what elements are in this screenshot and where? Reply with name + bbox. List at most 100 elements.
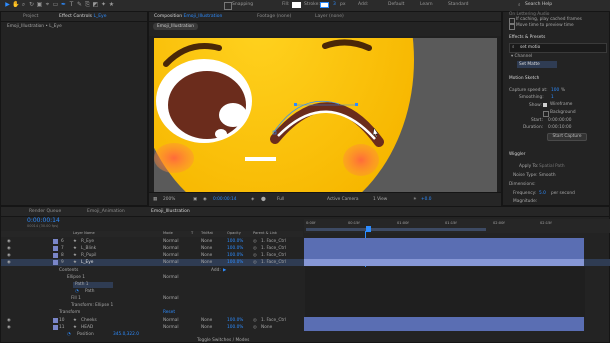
tab-project[interactable]: Project: [23, 13, 38, 20]
work-area-bar[interactable]: [306, 228, 486, 231]
layer-mode[interactable]: Normal: [163, 246, 179, 251]
breadcrumb[interactable]: Emoji_Illustration: [153, 23, 198, 30]
tab-render-queue[interactable]: Render Queue: [29, 208, 61, 215]
viewer[interactable]: [149, 36, 501, 192]
puppet-tool-icon[interactable]: ★: [108, 1, 115, 9]
layer-row-selected[interactable]: ◉ 9 ★ L_Eye Normal None 100.0% ◎ 1. Face…: [1, 259, 610, 266]
stroke-swatch[interactable]: [320, 2, 329, 8]
wireframe-checkbox[interactable]: [543, 103, 547, 107]
camera-tool-icon[interactable]: ▣: [36, 1, 43, 9]
layer-bar-selected[interactable]: [304, 259, 584, 266]
layer-row[interactable]: ◉ 8 ★ R_Pupil Normal None 100.0% ◎ 1. Fa…: [1, 252, 610, 259]
tab-emoji-illustration[interactable]: Emoji_Illustration: [151, 208, 190, 215]
layer-row[interactable]: ◉ 6 ★ R_Eye Normal None 100.0% ◎ 1. Face…: [1, 238, 610, 245]
layer-opacity[interactable]: 100.0%: [227, 325, 243, 330]
fill-group[interactable]: Fill 1: [71, 296, 81, 301]
smoothing-value[interactable]: 1: [551, 95, 554, 100]
viewer-timecode[interactable]: 0:00:00:14: [213, 197, 236, 202]
frequency-value[interactable]: 5.0: [539, 191, 546, 196]
eye-icon[interactable]: ◉: [7, 260, 11, 265]
layer-bar[interactable]: [304, 317, 584, 324]
layer-trkmat[interactable]: None: [201, 246, 212, 251]
search-help[interactable]: Search Help: [525, 2, 552, 7]
label-color[interactable]: [53, 246, 58, 251]
layer-trkmat[interactable]: None: [201, 318, 212, 323]
label-color[interactable]: [53, 318, 58, 323]
stopwatch-icon[interactable]: ◔: [75, 289, 79, 294]
hand-tool-icon[interactable]: ✋: [12, 1, 19, 9]
layer-name[interactable]: HEAD: [81, 325, 93, 330]
layer-mode[interactable]: Normal: [163, 325, 179, 330]
tab-composition[interactable]: Composition Emoji_Illustration: [154, 13, 222, 20]
contents-group[interactable]: Contents: [59, 268, 78, 273]
workspace-standard[interactable]: Standard: [448, 2, 468, 7]
stroke-width[interactable]: 3: [333, 2, 336, 7]
resolution[interactable]: Full: [277, 197, 284, 202]
pickwhip-icon[interactable]: ◎: [253, 325, 257, 330]
rotate-tool-icon[interactable]: ↻: [28, 1, 35, 9]
label-color[interactable]: [53, 239, 58, 244]
layer-trkmat[interactable]: None: [201, 253, 212, 258]
tab-effect-controls[interactable]: Effect Controls L_Eye: [59, 13, 106, 20]
time-ruler[interactable]: 0:00f 00:15f 01:00f 01:15f 02:00f 02:15f: [304, 219, 610, 233]
layer-name[interactable]: R_Eye: [81, 239, 94, 244]
layer-opacity[interactable]: 100.0%: [227, 318, 243, 323]
layer-row[interactable]: ◉ 7 ★ L_Blink Normal None 100.0% ◎ 1. Fa…: [1, 245, 610, 252]
layer-mode[interactable]: Normal: [163, 253, 179, 258]
layer-name[interactable]: L_Blink: [81, 246, 96, 251]
capture-speed-value[interactable]: 100: [551, 88, 559, 93]
path-group[interactable]: Path 1: [73, 282, 113, 288]
layer-bar[interactable]: [304, 245, 584, 252]
start-capture-button[interactable]: Start Capture: [547, 133, 587, 141]
layer-parent[interactable]: 1. Face_Ctrl: [261, 318, 286, 323]
pen-tool-icon[interactable]: ✒: [60, 1, 67, 9]
exposure-icon[interactable]: ☀: [413, 197, 417, 202]
zoom-level[interactable]: 200%: [163, 197, 175, 202]
layer-row[interactable]: ◉ 10 ★ Cheeks Normal None 100.0% ◎ 1. Fa…: [1, 317, 610, 324]
label-color[interactable]: [53, 325, 58, 330]
workspace-learn[interactable]: Learn: [420, 2, 433, 7]
layer-trkmat[interactable]: None: [201, 239, 212, 244]
clone-tool-icon[interactable]: ⎘: [84, 1, 91, 9]
pickwhip-icon[interactable]: ◎: [253, 239, 257, 244]
layer-bar[interactable]: [304, 252, 584, 259]
tab-emoji-animation[interactable]: Emoji_Animation: [87, 208, 125, 215]
reset-link[interactable]: Reset: [163, 310, 175, 315]
selection-tool-icon[interactable]: ▶: [4, 1, 11, 9]
move-time-checkbox[interactable]: [509, 24, 515, 30]
camera-select[interactable]: Active Camera: [327, 197, 359, 202]
layer-parent[interactable]: None: [261, 325, 272, 330]
roto-tool-icon[interactable]: ✦: [100, 1, 107, 9]
ellipse-group[interactable]: Ellipse 1: [67, 275, 85, 280]
layer-name[interactable]: Cheeks: [81, 318, 97, 323]
snapshot-icon[interactable]: ◈: [251, 197, 254, 202]
layer-parent[interactable]: 1. Face_Ctrl: [261, 246, 286, 251]
pickwhip-icon[interactable]: ◎: [253, 246, 257, 251]
fill-mode[interactable]: Normal: [163, 296, 179, 301]
eye-icon[interactable]: ◉: [7, 325, 11, 330]
layer-mode[interactable]: Normal: [163, 260, 179, 265]
anchor-tool-icon[interactable]: ⌖: [44, 1, 51, 9]
zoom-tool-icon[interactable]: ⌕: [20, 1, 27, 9]
layer-opacity[interactable]: 100.0%: [227, 260, 243, 265]
layer-trkmat[interactable]: None: [201, 325, 212, 330]
grid-icon[interactable]: ▦: [153, 197, 157, 202]
add-icon[interactable]: ▶: [223, 268, 226, 273]
stopwatch-icon[interactable]: ◔: [67, 332, 71, 337]
mask-icon[interactable]: ▣: [193, 197, 197, 202]
view-layout[interactable]: 1 View: [373, 197, 387, 202]
background-checkbox[interactable]: [543, 111, 549, 117]
playhead-handle[interactable]: [366, 226, 371, 232]
eye-icon[interactable]: ◉: [7, 318, 11, 323]
eye-icon[interactable]: ◉: [7, 239, 11, 244]
tab-layer[interactable]: Layer (none): [315, 13, 344, 20]
noise-type-value[interactable]: Smooth: [539, 173, 556, 178]
apply-to-value[interactable]: Spatial Path: [539, 164, 565, 169]
eye-icon[interactable]: ◉: [7, 253, 11, 258]
effects-search[interactable]: ⌕ set motio: [509, 43, 607, 53]
path-property[interactable]: Path: [85, 289, 94, 294]
pickwhip-icon[interactable]: ◎: [253, 318, 257, 323]
layer-name[interactable]: R_Pupil: [81, 253, 97, 258]
eye-icon[interactable]: ◉: [7, 246, 11, 251]
label-color[interactable]: [53, 253, 58, 258]
